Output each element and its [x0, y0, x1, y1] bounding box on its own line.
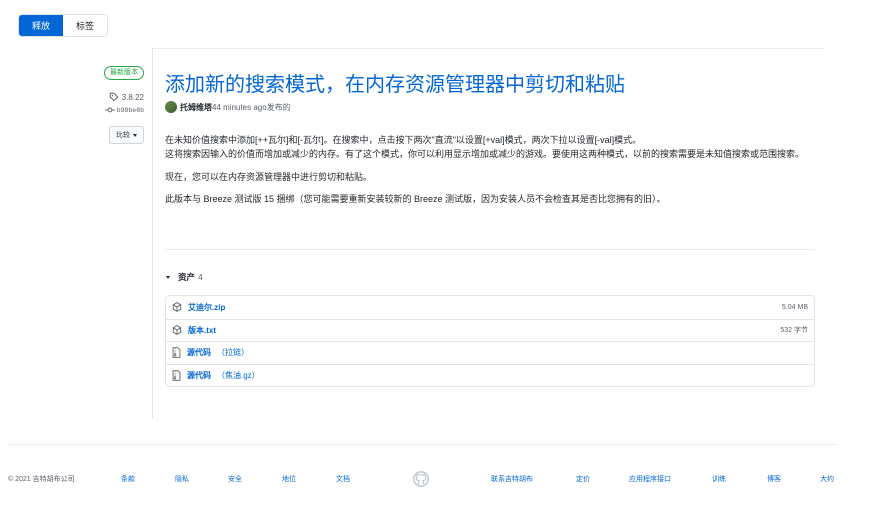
avatar[interactable]	[165, 101, 177, 113]
release-notes: 在未知价值搜索中添加[++瓦尔]和[-瓦尔]。在搜索中，点击按下两次"直流"以设…	[165, 133, 815, 214]
author-name[interactable]: 托姆维塔	[180, 102, 212, 113]
release-title[interactable]: 添加新的搜索模式，在内存资源管理器中剪切和粘贴	[165, 68, 625, 97]
latest-release-badge: 最新版本	[104, 66, 144, 80]
footer-link-about[interactable]: 大约	[820, 474, 834, 484]
asset-size: 5.04 MB	[781, 303, 808, 311]
asset-format[interactable]: （焦油.gz）	[217, 370, 260, 381]
footer-link-privacy[interactable]: 隐私	[175, 474, 189, 484]
compare-button[interactable]: 比较	[109, 126, 144, 144]
footer-link-pricing[interactable]: 定价	[576, 474, 590, 484]
tag-icon	[109, 92, 119, 102]
asset-format[interactable]: （拉链）	[217, 347, 249, 358]
footer-copyright: © 2021 吉特胡布公司	[8, 476, 75, 483]
release-note-paragraph: 在未知价值搜索中添加[++瓦尔]和[-瓦尔]。在搜索中，点击按下两次"直流"以设…	[165, 135, 805, 159]
top-divider	[152, 48, 825, 49]
assets-label: 资产	[178, 272, 196, 282]
assets-toggle[interactable]: 资产 4	[166, 271, 203, 283]
footer-link-terms[interactable]: 条款	[121, 474, 135, 484]
git-commit-icon	[104, 107, 115, 113]
release-meta: 最新版本 3.8.22 b98be8b 比较	[70, 66, 144, 144]
release-note-paragraph: 此版本与 Breeze 测试版 15 捆绑（您可能需要重新安装较新的 Breez…	[165, 194, 666, 204]
commit-link[interactable]: b98be8b	[104, 106, 144, 114]
footer-link-security[interactable]: 安全	[228, 474, 242, 484]
asset-link[interactable]: 源代码	[187, 347, 211, 358]
tag-link[interactable]: 3.8.22	[109, 92, 144, 102]
file-zip-icon	[172, 369, 181, 381]
asset-row: 版本.txt 532 字节	[166, 318, 814, 342]
assets-list: 艾迪尔.zip 5.04 MB 版本.txt 532 字节 源代码 （拉链） 源…	[165, 295, 815, 387]
package-icon	[172, 325, 182, 336]
compare-label: 比较	[116, 132, 130, 139]
tab-releases[interactable]: 释放	[19, 15, 64, 36]
release-author-line: 托姆维塔 44 minutes ago发布的	[165, 101, 291, 113]
asset-link[interactable]: 源代码	[187, 370, 211, 381]
footer-divider	[8, 444, 838, 445]
timeline-divider	[152, 48, 153, 418]
footer-link-blog[interactable]: 博客	[767, 474, 781, 484]
triangle-down-icon	[166, 275, 170, 279]
release-tabs: 释放 标签	[18, 14, 109, 37]
footer-link-docs[interactable]: 文档	[336, 474, 350, 484]
asset-size: 532 字节	[780, 327, 808, 335]
asset-link[interactable]: 版本.txt	[188, 325, 216, 336]
release-note-paragraph: 现在，您可以在内存资源管理器中进行剪切和粘贴。	[165, 172, 373, 182]
package-icon	[172, 302, 182, 313]
footer-link-training[interactable]: 训练	[712, 474, 726, 484]
tab-tags[interactable]: 标签	[63, 15, 108, 36]
footer-link-status[interactable]: 地位	[282, 474, 296, 484]
file-zip-icon	[172, 347, 181, 359]
asset-row: 艾迪尔.zip 5.04 MB	[166, 296, 814, 319]
github-logo-icon[interactable]	[413, 471, 429, 489]
published-time: 44 minutes ago发布的	[212, 102, 291, 112]
asset-link[interactable]: 艾迪尔.zip	[188, 302, 225, 313]
footer-link-api[interactable]: 应用程序接口	[629, 474, 671, 484]
assets-count: 4	[198, 272, 203, 282]
asset-row: 源代码 （拉链）	[166, 341, 814, 364]
footer-link-contact[interactable]: 联系吉特胡布	[491, 474, 533, 484]
tag-label: 3.8.22	[121, 92, 144, 102]
asset-row: 源代码 （焦油.gz）	[166, 363, 814, 387]
assets-divider	[165, 249, 815, 250]
commit-sha: b98be8b	[116, 106, 144, 114]
chevron-down-icon	[133, 133, 137, 137]
